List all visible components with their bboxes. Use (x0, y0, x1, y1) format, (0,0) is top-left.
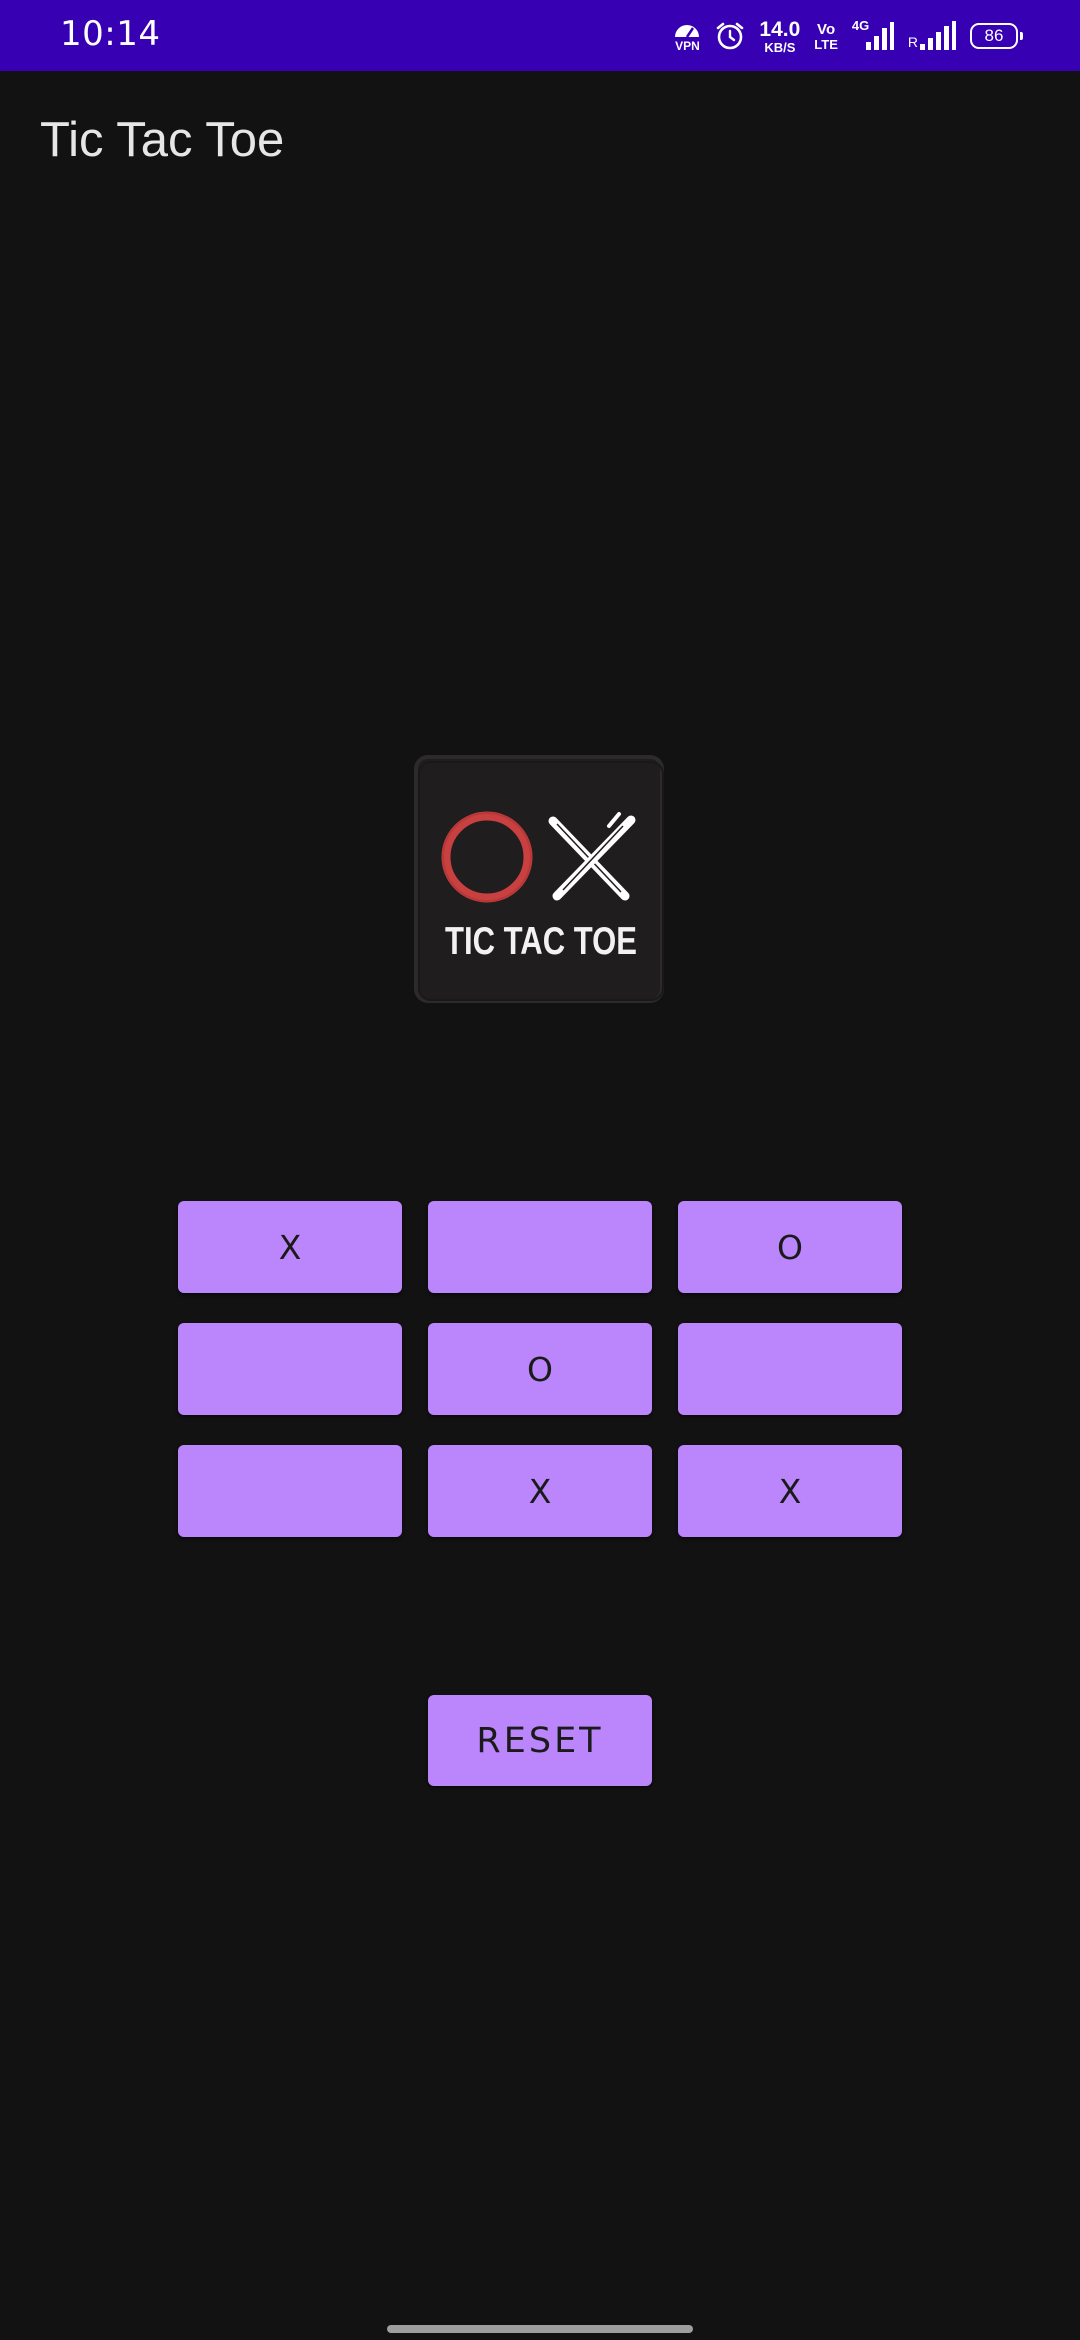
network-type-label: 4G (851, 18, 870, 33)
game-board: X O O X X (178, 1201, 902, 1537)
app-title: Tic Tac Toe (40, 113, 285, 167)
reset-button[interactable]: RESET (428, 1695, 652, 1786)
board-cell-7[interactable] (178, 1445, 402, 1537)
speedometer-icon (675, 24, 700, 38)
volte-icon: Vo LTE (814, 22, 838, 51)
volte-top: Vo (817, 20, 836, 38)
board-cell-3[interactable]: O (678, 1201, 902, 1293)
logo-text: TIC TAC TOE (445, 920, 637, 963)
board-cell-1[interactable]: X (178, 1201, 402, 1293)
network-speed-unit: KB/S (764, 39, 796, 55)
status-bar: 10:14 VPN 14.0 KB/S Vo LTE 4G R 86 (0, 0, 1080, 71)
network-speed-value: 14.0 (759, 17, 801, 41)
tic-tac-toe-logo: TIC TAC TOE (413, 754, 666, 1004)
network-speed: 14.0 KB/S (759, 19, 800, 54)
board-cell-6[interactable] (678, 1323, 902, 1415)
signal-roaming-icon: R (908, 20, 956, 52)
screen: 10:14 VPN 14.0 KB/S Vo LTE 4G R 86 Tic T… (0, 0, 1080, 2340)
gesture-nav-handle[interactable] (387, 2325, 693, 2333)
vpn-icon: VPN (673, 21, 701, 52)
vpn-label: VPN (675, 38, 700, 53)
signal-4g-icon: 4G (851, 18, 894, 52)
battery-level: 86 (984, 26, 1004, 45)
board-cell-9[interactable]: X (678, 1445, 902, 1537)
board-cell-2[interactable] (428, 1201, 652, 1293)
volte-bottom: LTE (814, 36, 838, 52)
board-cell-5[interactable]: O (428, 1323, 652, 1415)
status-time: 10:14 (60, 14, 161, 54)
status-icons: VPN 14.0 KB/S Vo LTE 4G R 86 (673, 14, 1023, 58)
board-cell-8[interactable]: X (428, 1445, 652, 1537)
board-cell-4[interactable] (178, 1323, 402, 1415)
alarm-icon (715, 21, 745, 51)
battery-icon: 86 (970, 23, 1023, 49)
